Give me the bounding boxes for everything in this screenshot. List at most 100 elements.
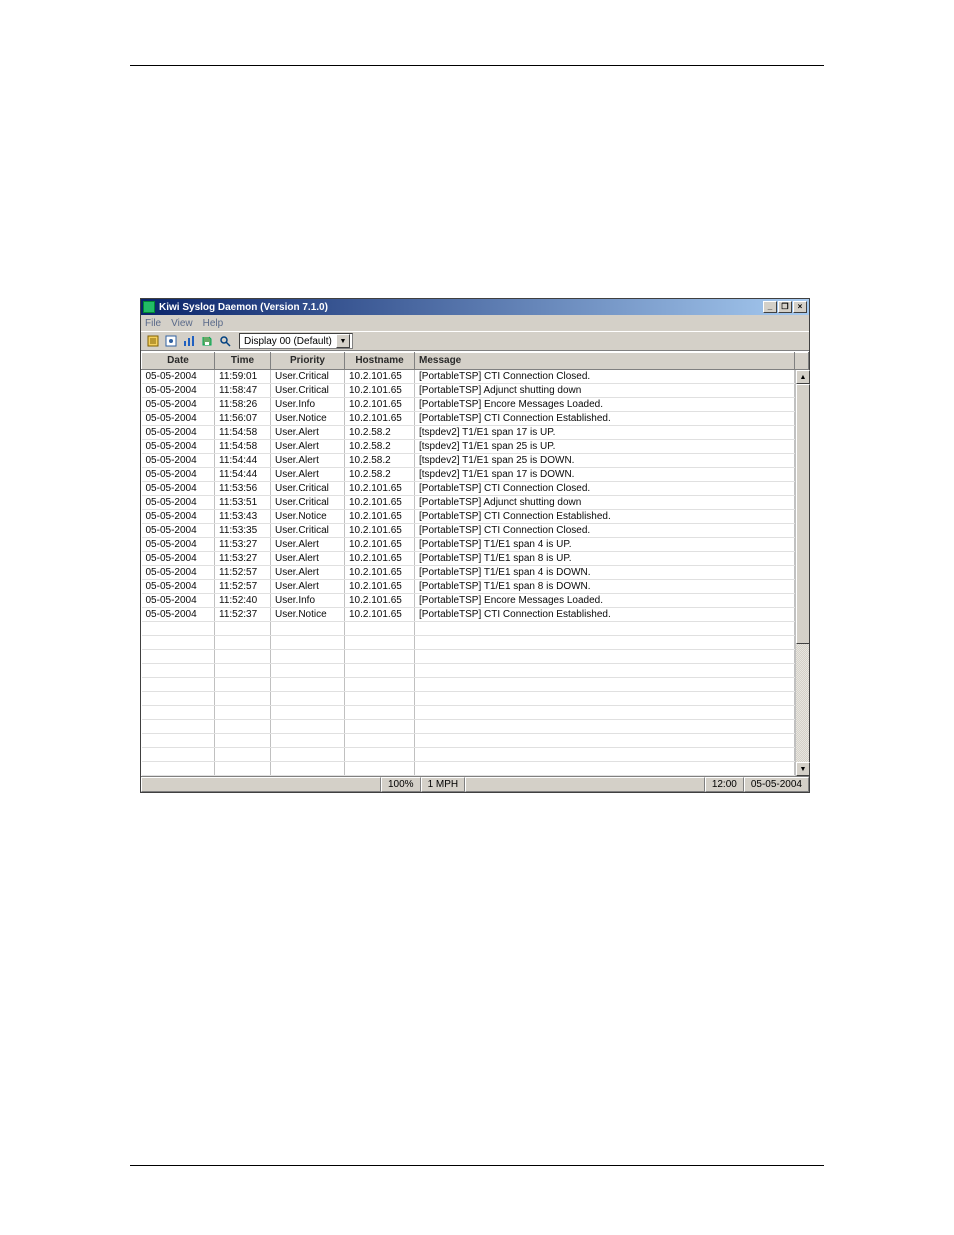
table-row[interactable]: 05-05-200411:59:01User.Critical10.2.101.…	[142, 370, 809, 384]
properties-icon[interactable]	[163, 333, 179, 349]
cell-priority: User.Alert	[271, 454, 345, 468]
chevron-down-icon[interactable]: ▼	[336, 334, 350, 348]
cell-empty	[271, 622, 345, 636]
menu-file[interactable]: File	[145, 318, 161, 329]
scroll-down-button[interactable]: ▼	[796, 762, 810, 776]
window-title: Kiwi Syslog Daemon (Version 7.1.0)	[159, 302, 763, 313]
cell-empty	[142, 636, 215, 650]
col-time[interactable]: Time	[215, 353, 271, 370]
cell-empty	[142, 664, 215, 678]
cell-date: 05-05-2004	[142, 370, 215, 384]
cell-date: 05-05-2004	[142, 398, 215, 412]
cell-empty	[345, 622, 415, 636]
cell-host: 10.2.101.65	[345, 412, 415, 426]
cell-time: 11:53:27	[215, 538, 271, 552]
cell-host: 10.2.58.2	[345, 454, 415, 468]
cell-host: 10.2.101.65	[345, 566, 415, 580]
table-row[interactable]: 05-05-200411:56:07User.Notice10.2.101.65…	[142, 412, 809, 426]
cell-priority: User.Notice	[271, 510, 345, 524]
table-row-empty	[142, 720, 809, 734]
table-row-empty	[142, 636, 809, 650]
table-row[interactable]: 05-05-200411:54:44User.Alert10.2.58.2[ts…	[142, 468, 809, 482]
log-grid: Date Time Priority Hostname Message 05-0…	[141, 351, 809, 776]
titlebar[interactable]: Kiwi Syslog Daemon (Version 7.1.0) _ ❐ ×	[141, 299, 809, 315]
cell-empty	[142, 678, 215, 692]
cell-host: 10.2.58.2	[345, 440, 415, 454]
cell-empty	[345, 706, 415, 720]
table-row[interactable]: 05-05-200411:53:51User.Critical10.2.101.…	[142, 496, 809, 510]
minimize-button[interactable]: _	[763, 301, 777, 313]
table-row-empty	[142, 748, 809, 762]
table-row[interactable]: 05-05-200411:53:43User.Notice10.2.101.65…	[142, 510, 809, 524]
cell-empty	[415, 650, 795, 664]
log-icon[interactable]	[145, 333, 161, 349]
cell-empty	[271, 748, 345, 762]
vertical-scrollbar[interactable]: ▲ ▼	[795, 370, 809, 776]
scroll-thumb[interactable]	[796, 384, 810, 644]
cell-empty	[345, 748, 415, 762]
cell-msg: [PortableTSP] Adjunct shutting down	[415, 496, 795, 510]
col-priority[interactable]: Priority	[271, 353, 345, 370]
cell-host: 10.2.101.65	[345, 384, 415, 398]
chart-icon[interactable]	[181, 333, 197, 349]
cell-time: 11:54:44	[215, 468, 271, 482]
table-row[interactable]: 05-05-200411:52:57User.Alert10.2.101.65[…	[142, 580, 809, 594]
table-row[interactable]: 05-05-200411:53:27User.Alert10.2.101.65[…	[142, 538, 809, 552]
table-row[interactable]: 05-05-200411:53:56User.Critical10.2.101.…	[142, 482, 809, 496]
cell-empty	[215, 678, 271, 692]
scroll-up-button[interactable]: ▲	[796, 370, 810, 384]
cell-priority: User.Critical	[271, 370, 345, 384]
menu-help[interactable]: Help	[203, 318, 224, 329]
cell-host: 10.2.101.65	[345, 482, 415, 496]
cell-priority: User.Critical	[271, 524, 345, 538]
find-icon[interactable]	[217, 333, 233, 349]
maximize-button[interactable]: ❐	[778, 301, 792, 313]
toolbar: Display 00 (Default) ▼	[141, 331, 809, 351]
app-icon	[143, 301, 155, 313]
table-row[interactable]: 05-05-200411:52:40User.Info10.2.101.65[P…	[142, 594, 809, 608]
table-row[interactable]: 05-05-200411:54:58User.Alert10.2.58.2[ts…	[142, 426, 809, 440]
table-row-empty	[142, 692, 809, 706]
table-row[interactable]: 05-05-200411:58:26User.Info10.2.101.65[P…	[142, 398, 809, 412]
close-button[interactable]: ×	[793, 301, 807, 313]
table-row[interactable]: 05-05-200411:53:35User.Critical10.2.101.…	[142, 524, 809, 538]
table-row[interactable]: 05-05-200411:58:47User.Critical10.2.101.…	[142, 384, 809, 398]
menu-view[interactable]: View	[171, 318, 193, 329]
cell-empty	[345, 678, 415, 692]
table-row[interactable]: 05-05-200411:52:57User.Alert10.2.101.65[…	[142, 566, 809, 580]
cell-date: 05-05-2004	[142, 566, 215, 580]
table-row[interactable]: 05-05-200411:54:44User.Alert10.2.58.2[ts…	[142, 454, 809, 468]
cell-priority: User.Critical	[271, 496, 345, 510]
cell-msg: [tspdev2] T1/E1 span 17 is UP.	[415, 426, 795, 440]
cell-msg: [PortableTSP] T1/E1 span 4 is DOWN.	[415, 566, 795, 580]
cell-empty	[215, 734, 271, 748]
cell-empty	[215, 650, 271, 664]
table-row[interactable]: 05-05-200411:54:58User.Alert10.2.58.2[ts…	[142, 440, 809, 454]
table-row[interactable]: 05-05-200411:53:27User.Alert10.2.101.65[…	[142, 552, 809, 566]
cell-priority: User.Notice	[271, 412, 345, 426]
cell-empty	[271, 734, 345, 748]
cell-time: 11:59:01	[215, 370, 271, 384]
save-icon[interactable]	[199, 333, 215, 349]
cell-priority: User.Alert	[271, 580, 345, 594]
cell-priority: User.Notice	[271, 608, 345, 622]
cell-msg: [tspdev2] T1/E1 span 17 is DOWN.	[415, 468, 795, 482]
col-date[interactable]: Date	[142, 353, 215, 370]
cell-empty	[271, 678, 345, 692]
cell-empty	[345, 762, 415, 776]
cell-msg: [PortableTSP] CTI Connection Established…	[415, 510, 795, 524]
cell-date: 05-05-2004	[142, 608, 215, 622]
table-row[interactable]: 05-05-200411:52:37User.Notice10.2.101.65…	[142, 608, 809, 622]
page-rule-top	[130, 65, 824, 66]
display-select[interactable]: Display 00 (Default) ▼	[239, 333, 353, 349]
col-hostname[interactable]: Hostname	[345, 353, 415, 370]
cell-date: 05-05-2004	[142, 454, 215, 468]
cell-empty	[271, 706, 345, 720]
cell-date: 05-05-2004	[142, 510, 215, 524]
cell-time: 11:54:58	[215, 440, 271, 454]
cell-empty	[415, 762, 795, 776]
cell-msg: [PortableTSP] Adjunct shutting down	[415, 384, 795, 398]
cell-msg: [tspdev2] T1/E1 span 25 is DOWN.	[415, 454, 795, 468]
col-message[interactable]: Message	[415, 353, 795, 370]
cell-date: 05-05-2004	[142, 594, 215, 608]
